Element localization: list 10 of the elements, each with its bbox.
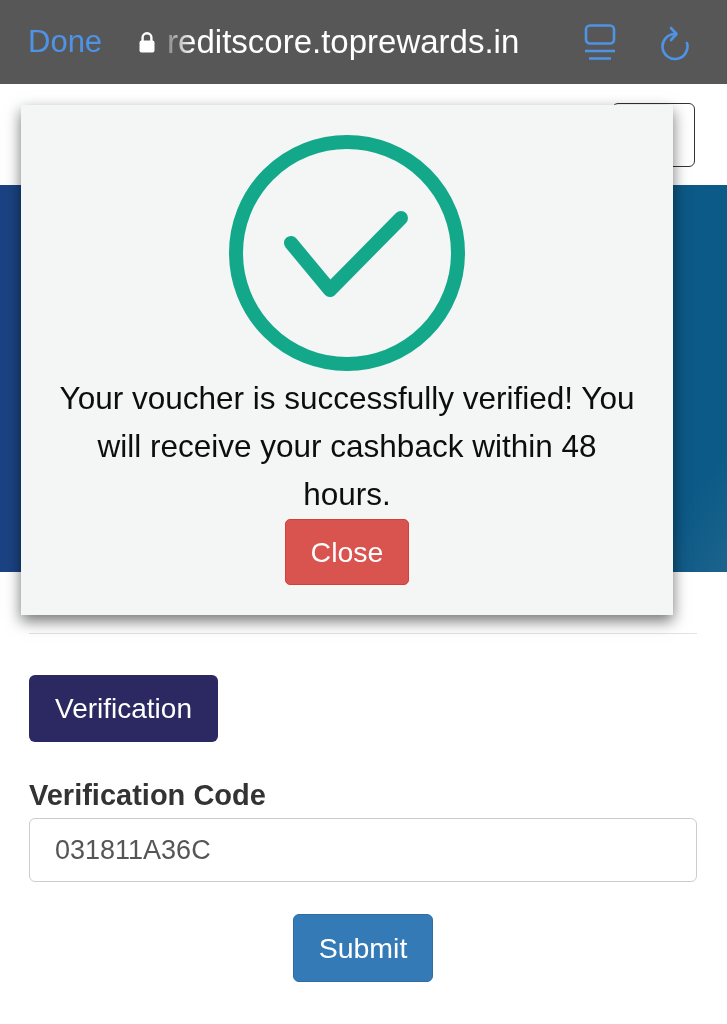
close-button[interactable]: Close <box>285 519 409 585</box>
field-label: Verification Code <box>29 778 266 812</box>
submit-button[interactable]: Submit <box>292 914 434 982</box>
check-circle-icon <box>229 135 465 371</box>
reader-icon[interactable] <box>584 24 616 60</box>
verification-button[interactable]: Verification <box>29 675 218 742</box>
verification-code-field[interactable]: 031811A36C <box>29 818 697 882</box>
success-message: Your voucher is successfully verified! You will receive your cashback within 48 hours. <box>58 379 636 514</box>
lock-icon <box>139 31 156 53</box>
address-bar-url[interactable]: reditscore.toprewards.in <box>167 23 520 61</box>
